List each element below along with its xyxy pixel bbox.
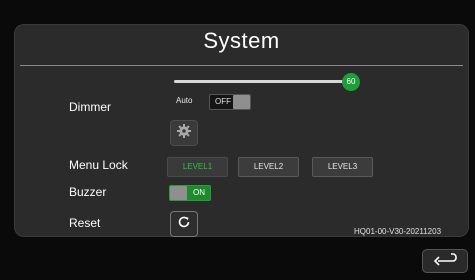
menu-lock-label: Menu Lock bbox=[69, 158, 128, 172]
dimmer-label: Dimmer bbox=[69, 100, 111, 114]
auto-toggle-text: OFF bbox=[215, 97, 231, 106]
page-title: System bbox=[203, 28, 280, 53]
title-divider bbox=[20, 65, 463, 66]
system-panel: System 60 Dimmer Auto OFF Menu Lock LEVE… bbox=[14, 24, 469, 237]
reset-button[interactable] bbox=[170, 211, 198, 237]
gear-icon bbox=[176, 123, 192, 144]
auto-label: Auto bbox=[176, 96, 193, 105]
level1-button[interactable]: LEVEL1 bbox=[167, 157, 228, 177]
dimmer-settings-button[interactable] bbox=[170, 120, 198, 146]
buzzer-toggle-thumb bbox=[170, 186, 187, 200]
dimmer-slider-track[interactable] bbox=[174, 80, 350, 83]
refresh-icon bbox=[176, 214, 192, 235]
dimmer-slider-knob[interactable]: 60 bbox=[342, 73, 360, 91]
buzzer-toggle[interactable]: ON bbox=[169, 185, 211, 201]
buzzer-toggle-text: ON bbox=[193, 188, 205, 197]
level3-button[interactable]: LEVEL3 bbox=[312, 157, 373, 177]
buzzer-label: Buzzer bbox=[69, 185, 107, 199]
reset-label: Reset bbox=[69, 216, 101, 230]
back-button[interactable] bbox=[422, 249, 468, 273]
auto-toggle-thumb bbox=[233, 95, 250, 109]
return-arrow-icon bbox=[433, 252, 457, 271]
level2-button[interactable]: LEVEL2 bbox=[238, 157, 299, 177]
auto-toggle[interactable]: OFF bbox=[209, 94, 251, 110]
firmware-version: HQ01-00-V30-20211203 bbox=[354, 227, 442, 236]
